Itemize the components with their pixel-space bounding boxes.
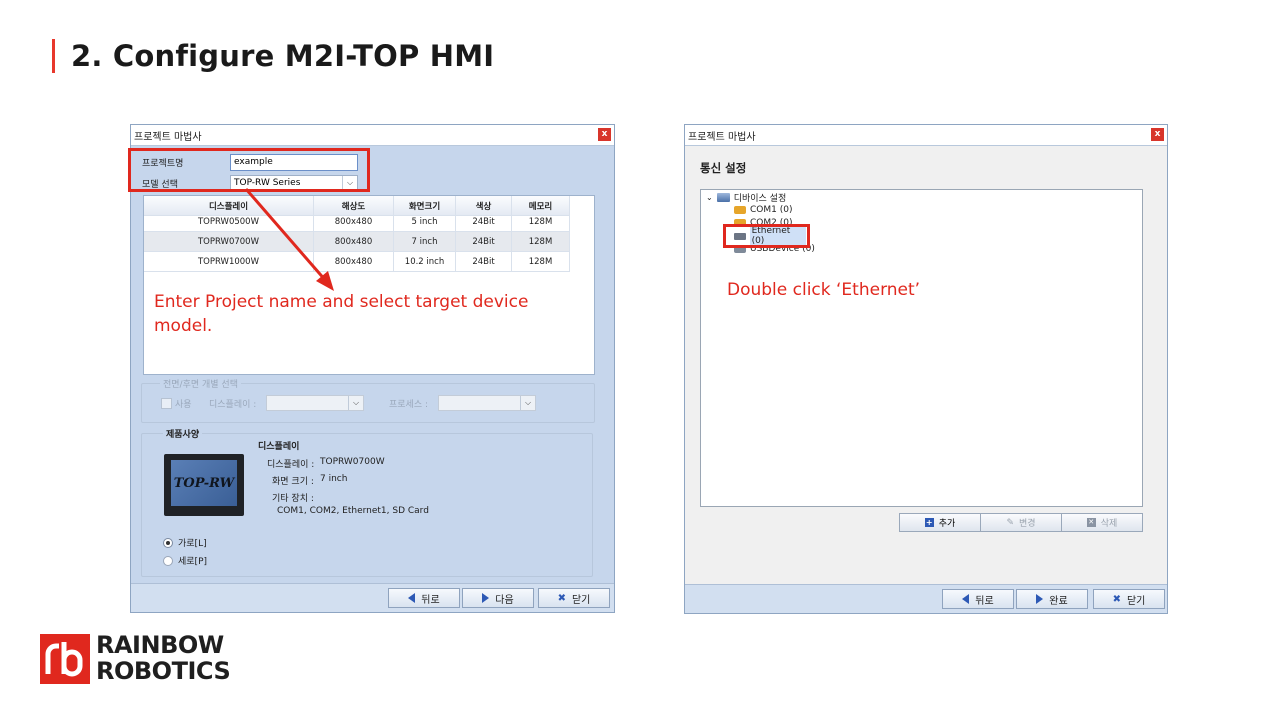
spec-other-label: 기타 장치 :	[272, 494, 314, 504]
change-button-label: 변경	[1018, 519, 1036, 529]
slide-title-text: 2. Configure M2I-TOP HMI	[71, 39, 495, 73]
close-dialog-button[interactable]: ✖ 닫기	[1093, 589, 1165, 609]
table-row-selected[interactable]: TOPRW0700W 800x480 7 inch 24Bit 128M	[144, 232, 570, 252]
device-image: TOP-RW	[164, 454, 244, 516]
add-button[interactable]: + 추가	[899, 513, 981, 532]
slide-title: 2. Configure M2I-TOP HMI	[52, 38, 494, 74]
next-button[interactable]: 다음	[462, 588, 534, 608]
tree-item-label: COM1 (0)	[750, 205, 793, 215]
arrow-right-icon	[1036, 594, 1044, 604]
device-logo: TOP-RW	[173, 475, 235, 491]
close-dialog-button[interactable]: ✖ 닫기	[538, 588, 610, 608]
display-select-label: 디스플레이 :	[209, 400, 257, 410]
dialog-titlebar: 프로젝트 마법사 x	[685, 125, 1167, 146]
table-cell: 10.2 inch	[394, 252, 456, 272]
brand-line-2: ROBOTICS	[96, 657, 231, 685]
edit-icon: ✎	[1006, 517, 1014, 528]
back-button-label: 뒤로	[975, 595, 994, 607]
change-button[interactable]: ✎ 변경	[980, 513, 1062, 532]
delete-button[interactable]: ✕ 삭제	[1061, 513, 1143, 532]
spec-other-value: COM1, COM2, Ethernet1, SD Card	[277, 506, 429, 516]
add-icon: +	[924, 518, 934, 527]
dialog-title: 프로젝트 마법사	[688, 132, 756, 143]
highlight-box-ethernet	[723, 224, 810, 248]
close-button-label: 닫기	[1126, 595, 1146, 607]
table-cell: 128M	[512, 252, 570, 272]
radio-unchecked-icon	[163, 555, 173, 566]
delete-button-label: 삭제	[1100, 519, 1118, 529]
table-cell: 24Bit	[456, 212, 512, 232]
close-button[interactable]: x	[1151, 128, 1164, 141]
title-accent-bar	[52, 39, 55, 73]
front-rear-group-label: 전면/후면 개별 선택	[160, 377, 241, 390]
expand-chevron-icon: ⌄	[706, 193, 713, 202]
close-button[interactable]: x	[598, 128, 611, 141]
arrow-line	[244, 188, 328, 282]
landscape-radio[interactable]: 가로[L]	[163, 536, 207, 549]
process-select[interactable]: ⌵	[438, 395, 536, 411]
rb-logo-icon	[45, 642, 83, 677]
table-cell: 128M	[512, 232, 570, 252]
brand-logo-mark	[40, 634, 90, 684]
dialog-footer: 뒤로 완료 ✖ 닫기	[685, 584, 1167, 613]
brand-line-1: RAINBOW	[96, 631, 224, 659]
dialog-titlebar: 프로젝트 마법사 x	[131, 125, 614, 146]
chevron-down-icon: ⌵	[520, 396, 535, 410]
device-screen: TOP-RW	[171, 460, 237, 506]
annotation-arrow	[244, 188, 334, 291]
use-checkbox[interactable]: 사용	[161, 397, 192, 410]
display-select[interactable]: ⌵	[266, 395, 364, 411]
tree-root-label: 디바이스 설정	[733, 194, 787, 204]
back-button[interactable]: 뒤로	[388, 588, 460, 608]
spec-size-value: 7 inch	[320, 474, 348, 484]
arrow-left-icon	[962, 594, 970, 604]
serial-port-icon	[734, 206, 746, 214]
dialog-footer: 뒤로 다음 ✖ 닫기	[131, 583, 614, 612]
arrow-right-icon	[482, 593, 490, 603]
back-button[interactable]: 뒤로	[942, 589, 1014, 609]
close-icon: ✖	[1112, 593, 1121, 605]
comm-settings-heading: 통신 설정	[700, 161, 747, 175]
annotation-text-right: Double click ‘Ethernet’	[727, 280, 921, 300]
product-spec-group-label: 제품사양	[163, 427, 203, 440]
checkbox-box	[161, 398, 172, 409]
device-table: 디스플레이 해상도 화면크기 색상 메모리 TOPRW0500W 800x480…	[143, 195, 595, 375]
landscape-radio-label: 가로[L]	[178, 539, 207, 549]
close-button-label: 닫기	[571, 594, 591, 606]
annotation-text-left: Enter Project name and select target dev…	[154, 292, 529, 336]
finish-button[interactable]: 완료	[1016, 589, 1088, 609]
spec-size-label: 화면 크기 :	[272, 477, 314, 487]
network-devices-icon	[716, 193, 730, 202]
tree-item-com1[interactable]: COM1 (0)	[734, 205, 792, 215]
dialog-title: 프로젝트 마법사	[134, 132, 202, 143]
back-button-label: 뒤로	[421, 594, 440, 606]
portrait-radio[interactable]: 세로[P]	[163, 554, 207, 567]
table-cell: 24Bit	[456, 232, 512, 252]
table-row[interactable]: TOPRW0500W 800x480 5 inch 24Bit 128M	[144, 212, 570, 232]
brand-wordmark: RAINBOW ROBOTICS	[96, 631, 231, 685]
arrow-left-icon	[408, 593, 416, 603]
spec-display-value: TOPRW0700W	[320, 457, 385, 467]
process-select-label: 프로세스 :	[389, 400, 429, 410]
tree-root-device-settings[interactable]: ⌄ 디바이스 설정	[706, 191, 786, 204]
table-cell: 24Bit	[456, 252, 512, 272]
delete-icon: ✕	[1086, 518, 1096, 527]
finish-button-label: 완료	[1049, 595, 1068, 607]
radio-checked-icon	[163, 537, 173, 548]
close-icon: ✖	[557, 592, 566, 604]
add-button-label: 추가	[938, 519, 956, 529]
table-row[interactable]: TOPRW1000W 800x480 10.2 inch 24Bit 128M	[144, 252, 570, 272]
table-cell: 128M	[512, 212, 570, 232]
portrait-radio-label: 세로[P]	[178, 557, 208, 567]
chevron-down-icon: ⌵	[348, 396, 363, 410]
spec-heading: 디스플레이	[258, 442, 300, 452]
use-checkbox-label: 사용	[175, 400, 192, 410]
spec-display-label: 디스플레이 :	[267, 460, 315, 470]
next-button-label: 다음	[495, 594, 514, 606]
table-cell: 7 inch	[394, 232, 456, 252]
table-cell: 5 inch	[394, 212, 456, 232]
